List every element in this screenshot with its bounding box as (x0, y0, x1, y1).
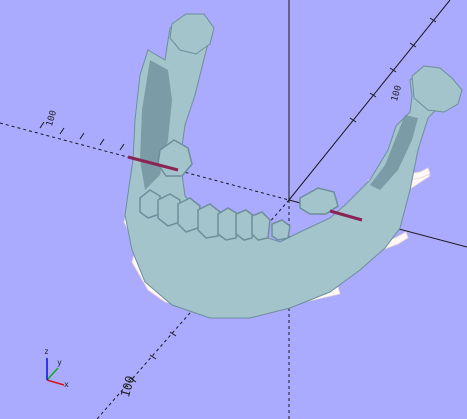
scene-canvas[interactable] (0, 0, 467, 419)
3d-viewport[interactable]: 100 100 100 z y x (0, 0, 467, 419)
